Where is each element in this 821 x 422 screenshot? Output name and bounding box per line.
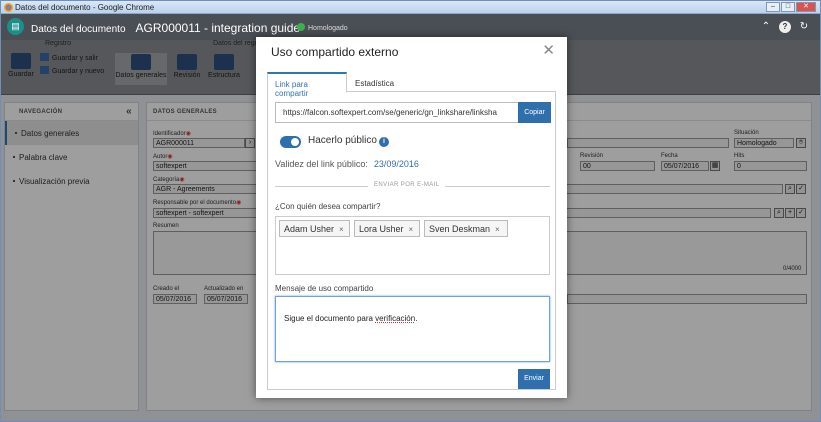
status-check-icon xyxy=(297,23,305,31)
collapse-up-icon[interactable]: ⌃ xyxy=(760,21,772,33)
message-textarea[interactable]: Sigue el documento para verificación. xyxy=(275,296,550,362)
tab-statistics[interactable]: Estadística xyxy=(347,72,402,93)
document-title: AGR000011 - integration guide xyxy=(135,21,301,35)
message-label: Mensaje de uso compartido xyxy=(275,284,374,293)
share-dialog: Uso compartido externo ✕ Link para compa… xyxy=(256,37,567,398)
help-icon[interactable]: ? xyxy=(779,21,791,33)
dialog-title: Uso compartido externo xyxy=(271,45,399,59)
section-title: Datos del documento xyxy=(31,24,126,35)
recipient-tag: Adam Usher × xyxy=(279,220,350,237)
recipients-input[interactable]: Adam Usher × Lora Usher × Sven Deskman × xyxy=(275,216,550,275)
dialog-tabs: Link para compartir Estadística xyxy=(267,72,556,98)
info-icon[interactable]: i xyxy=(379,137,389,147)
status-badge: Homologado xyxy=(297,23,348,32)
close-window-button[interactable]: ✕ xyxy=(796,2,816,12)
share-link-panel: https://falcon.softexpert.com/se/generic… xyxy=(267,92,556,390)
share-with-label: ¿Con quién desea compartir? xyxy=(275,202,381,211)
browser-window: Datos del documento - Google Chrome – □ … xyxy=(0,0,821,422)
validity-label: Validez del link público: xyxy=(275,159,368,169)
send-button[interactable]: Enviar xyxy=(518,369,550,389)
window-title: Datos del documento - Google Chrome xyxy=(15,3,155,12)
refresh-icon[interactable]: ↻ xyxy=(798,21,810,33)
remove-tag-icon[interactable]: × xyxy=(339,225,344,234)
copy-button[interactable]: Copiar xyxy=(518,102,551,123)
document-icon: ▤ xyxy=(7,18,24,35)
validity-date: 23/09/2016 xyxy=(373,159,419,169)
remove-tag-icon[interactable]: × xyxy=(409,225,414,234)
maximize-button[interactable]: □ xyxy=(781,2,795,12)
public-toggle[interactable] xyxy=(280,136,301,148)
remove-tag-icon[interactable]: × xyxy=(495,225,500,234)
window-titlebar: Datos del documento - Google Chrome – □ … xyxy=(1,1,820,14)
status-text: Homologado xyxy=(308,25,348,32)
close-icon[interactable]: ✕ xyxy=(542,41,555,59)
recipient-tag: Sven Deskman × xyxy=(424,220,508,237)
chrome-icon xyxy=(4,3,13,12)
minimize-button[interactable]: – xyxy=(766,2,780,12)
email-section-label: ENVIAR POR E-MAIL xyxy=(368,182,446,188)
recipient-tag: Lora Usher × xyxy=(354,220,420,237)
public-label: Hacerlo público xyxy=(308,135,377,146)
tab-share-link[interactable]: Link para compartir xyxy=(267,72,347,98)
share-link-input[interactable]: https://falcon.softexpert.com/se/generic… xyxy=(275,102,519,123)
